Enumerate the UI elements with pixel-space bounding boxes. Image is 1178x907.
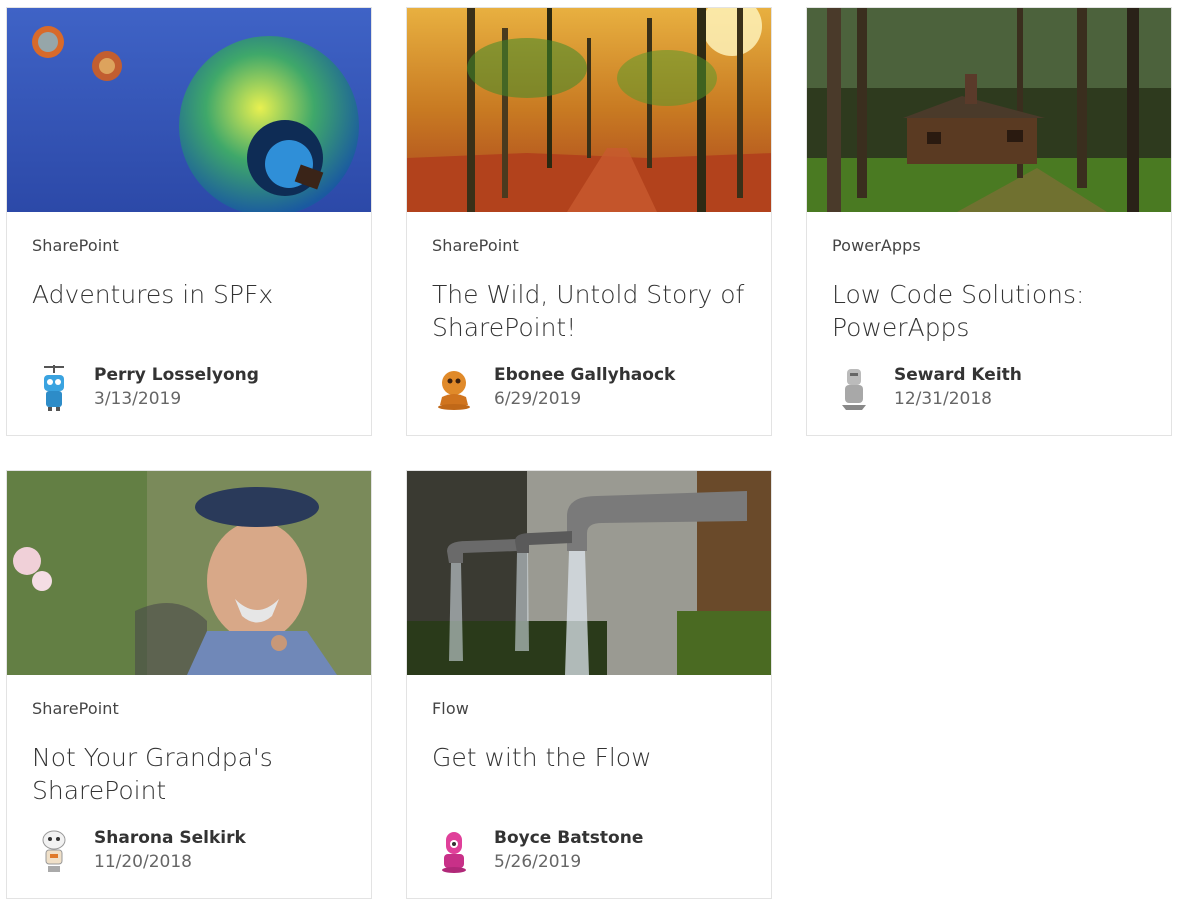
pink-robot-avatar-icon [432, 826, 476, 876]
news-card[interactable]: SharePoint Adventures in SPFx Perry Loss… [6, 7, 372, 436]
post-date: 3/13/2019 [94, 389, 182, 409]
post-date: 6/29/2019 [494, 389, 582, 409]
post-date: 12/31/2018 [894, 389, 992, 409]
card-category: SharePoint [32, 236, 119, 255]
card-category: PowerApps [832, 236, 921, 255]
author-name: Perry Losselyong [94, 365, 259, 385]
author-name: Boyce Batstone [494, 828, 644, 848]
blue-robot-avatar-icon [32, 363, 76, 413]
news-card[interactable]: SharePoint Not Your Grandpa's SharePoint… [6, 470, 372, 899]
author-name: Seward Keith [894, 365, 1022, 385]
card-image-autumn-forest[interactable] [407, 8, 771, 212]
card-category: Flow [432, 699, 469, 718]
news-card[interactable]: Flow Get with the Flow Boyce Batstone 5/… [406, 470, 772, 899]
news-card[interactable]: PowerApps Low Code Solutions: PowerApps … [806, 7, 1172, 436]
card-category: SharePoint [432, 236, 519, 255]
card-title[interactable]: Adventures in SPFx [32, 278, 352, 311]
card-title[interactable]: The Wild, Untold Story of SharePoint! [432, 278, 752, 344]
grey-robot-avatar-icon [832, 363, 876, 413]
card-image-old-man-with-cap[interactable] [7, 471, 371, 675]
orange-robot-avatar-icon [432, 363, 476, 413]
news-card[interactable]: SharePoint The Wild, Untold Story of Sha… [406, 7, 772, 436]
white-robot-avatar-icon [32, 826, 76, 876]
card-grid: SharePoint Adventures in SPFx Perry Loss… [6, 7, 1176, 907]
card-title[interactable]: Not Your Grandpa's SharePoint [32, 741, 352, 807]
card-image-forest-cabin[interactable] [807, 8, 1171, 212]
card-image-hot-air-balloons[interactable] [7, 8, 371, 212]
author-name: Ebonee Gallyhaock [494, 365, 676, 385]
post-date: 5/26/2019 [494, 852, 582, 872]
card-title[interactable]: Low Code Solutions: PowerApps [832, 278, 1152, 344]
card-title[interactable]: Get with the Flow [432, 741, 752, 774]
author-name: Sharona Selkirk [94, 828, 246, 848]
card-category: SharePoint [32, 699, 119, 718]
card-image-water-taps[interactable] [407, 471, 771, 675]
post-date: 11/20/2018 [94, 852, 192, 872]
